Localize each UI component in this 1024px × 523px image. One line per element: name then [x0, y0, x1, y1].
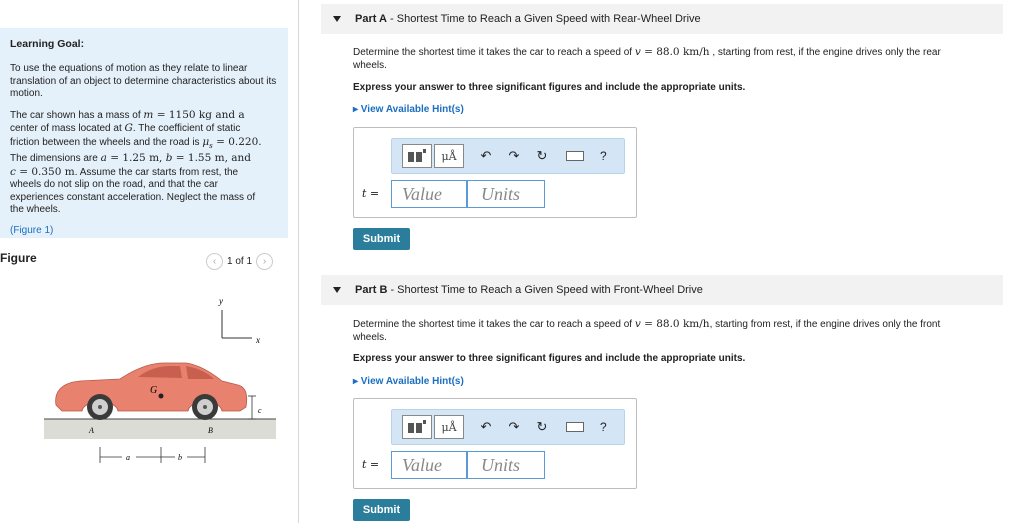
left-panel: Learning Goal: To use the equations of m…: [0, 0, 299, 523]
reset-icon[interactable]: ↻: [536, 419, 548, 435]
reset-icon[interactable]: ↻: [536, 148, 548, 164]
part-a-title: Part A - Shortest Time to Reach a Given …: [355, 13, 701, 25]
variable-label: t =: [362, 187, 380, 200]
templates-button[interactable]: [402, 415, 432, 439]
part-a-description: Determine the shortest time it takes the…: [353, 46, 941, 71]
redo-icon[interactable]: ↷: [508, 419, 520, 435]
keyboard-icon[interactable]: [566, 151, 584, 161]
templates-icon: [408, 420, 426, 433]
problem-statement: The car shown has a mass of m = 1150 kg …: [10, 108, 262, 216]
help-icon[interactable]: ?: [600, 149, 607, 163]
keyboard-icon[interactable]: [566, 422, 584, 432]
part-b-instructions: Express your answer to three significant…: [353, 353, 746, 364]
part-b-description: Determine the shortest time it takes the…: [353, 318, 941, 343]
part-b-submit-button[interactable]: Submit: [353, 499, 410, 521]
label-b: b: [178, 453, 182, 462]
part-b-answer-box: μÅ ↶ ↷ ↻ ? t = Value Units: [353, 398, 637, 489]
templates-button[interactable]: [402, 144, 432, 168]
label-B: B: [208, 426, 213, 435]
x-axis-label: x: [255, 335, 260, 345]
learning-goal-title: Learning Goal:: [10, 38, 85, 50]
y-axis-label: y: [218, 296, 223, 306]
undo-icon[interactable]: ↶: [480, 148, 492, 164]
figure-title: Figure: [0, 251, 37, 265]
learning-goal-paragraph: To use the equations of motion as they r…: [10, 63, 277, 99]
value-input[interactable]: Value: [391, 180, 467, 208]
redo-icon[interactable]: ↷: [508, 148, 520, 164]
figure-link[interactable]: (Figure 1): [10, 225, 278, 236]
part-a-submit-button[interactable]: Submit: [353, 228, 410, 250]
prev-figure-button[interactable]: ‹: [206, 253, 223, 270]
value-input[interactable]: Value: [391, 451, 467, 479]
part-b-title: Part B - Shortest Time to Reach a Given …: [355, 284, 703, 296]
learning-goal-box: Learning Goal: To use the equations of m…: [0, 28, 288, 238]
math-toolbar: μÅ ↶ ↷ ↻ ?: [391, 138, 625, 174]
part-a-answer-box: μÅ ↶ ↷ ↻ ? t = Value Units: [353, 127, 637, 218]
part-b-header[interactable]: Part B - Shortest Time to Reach a Given …: [321, 275, 1003, 305]
label-G: G: [150, 385, 157, 396]
ground: [44, 419, 276, 439]
next-figure-button[interactable]: ›: [256, 253, 274, 270]
undo-icon[interactable]: ↶: [480, 419, 492, 435]
units-button[interactable]: μÅ: [434, 144, 464, 168]
part-b-hints-link[interactable]: ▸ View Available Hint(s): [353, 376, 464, 387]
label-a: a: [126, 453, 130, 462]
car-figure: y x G A B c a b: [44, 296, 276, 463]
label-c: c: [258, 406, 262, 415]
units-button[interactable]: μÅ: [434, 415, 464, 439]
part-a-hints-link[interactable]: ▸ View Available Hint(s): [353, 104, 464, 115]
label-A: A: [88, 426, 94, 435]
units-input[interactable]: Units: [467, 180, 545, 208]
caret-down-icon: [333, 287, 341, 293]
caret-down-icon: [333, 16, 341, 22]
part-a-header[interactable]: Part A - Shortest Time to Reach a Given …: [321, 4, 1003, 34]
variable-label: t =: [362, 458, 380, 471]
math-toolbar: μÅ ↶ ↷ ↻ ?: [391, 409, 625, 445]
units-input[interactable]: Units: [467, 451, 545, 479]
pager-count: 1 of 1: [227, 256, 253, 267]
help-icon[interactable]: ?: [600, 420, 607, 434]
figure-pager: ‹ 1 of 1 ›: [206, 253, 274, 270]
part-a-instructions: Express your answer to three significant…: [353, 82, 746, 93]
templates-icon: [408, 149, 426, 162]
center-of-mass: [158, 393, 164, 399]
